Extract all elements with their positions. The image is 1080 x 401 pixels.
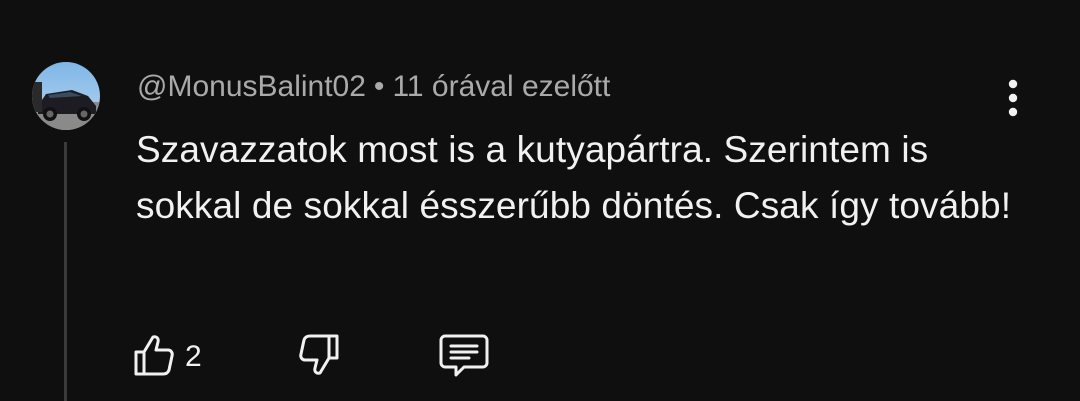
like-button[interactable]: 2 [133, 333, 202, 381]
comment-meta: @MonusBalint02 • 11 órával ezelőtt [137, 67, 610, 107]
thumb-up-icon [133, 333, 175, 382]
avatar[interactable] [32, 62, 100, 130]
comment-reply-icon [438, 332, 490, 383]
author-name[interactable]: @MonusBalint02 [137, 70, 366, 103]
more-vertical-icon[interactable] [996, 78, 1030, 118]
thread-line [64, 142, 67, 401]
comment: @MonusBalint02 • 11 órával ezelőtt Szavazz… [0, 0, 1080, 401]
meta-separator: • [373, 70, 385, 103]
comment-time[interactable]: 11 órával ezelőtt [392, 70, 610, 103]
dislike-button[interactable] [298, 333, 340, 381]
thumb-down-icon [298, 333, 340, 382]
reply-button[interactable] [438, 333, 490, 381]
like-count: 2 [185, 340, 202, 373]
avatar-image [32, 62, 100, 130]
comment-text: Szavazzatok most is a kutyapártra. Szeri… [136, 129, 1012, 226]
